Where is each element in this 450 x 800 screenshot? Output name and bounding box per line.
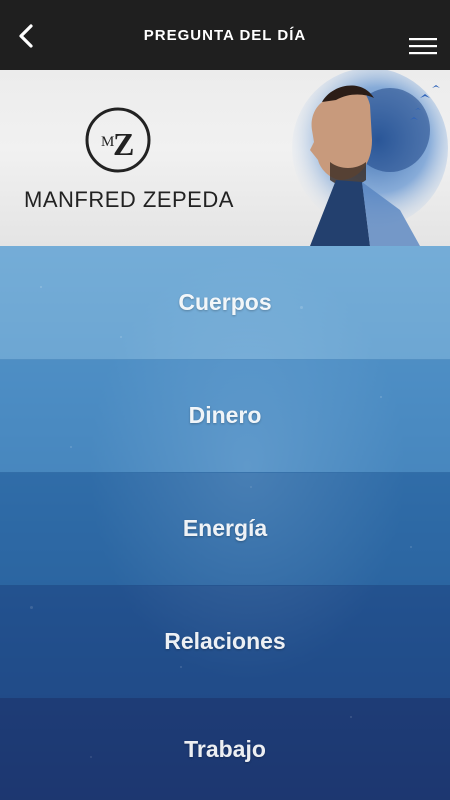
category-label: Trabajo bbox=[184, 735, 266, 762]
brand-logo: M Z bbox=[85, 107, 151, 173]
category-dinero[interactable]: Dinero bbox=[0, 359, 450, 473]
logo-letter-z: Z bbox=[113, 126, 134, 162]
category-label: Energía bbox=[182, 515, 268, 541]
page-title: PREGUNTA DEL DÍA bbox=[143, 26, 307, 44]
category-relaciones[interactable]: Relaciones bbox=[0, 585, 450, 699]
top-navbar: PREGUNTA DEL DÍA bbox=[0, 0, 450, 70]
menu-button[interactable] bbox=[404, 28, 442, 64]
category-list: Cuerpos Dinero Energía Relaciones Trabaj… bbox=[0, 246, 450, 800]
portrait-illustration bbox=[292, 70, 448, 246]
category-cuerpos[interactable]: Cuerpos bbox=[0, 246, 450, 360]
brand-name: MANFRED ZEPEDA bbox=[24, 187, 234, 212]
hamburger-menu-icon bbox=[409, 38, 437, 55]
category-trabajo[interactable]: Trabajo bbox=[0, 698, 450, 800]
category-label: Dinero bbox=[188, 402, 262, 428]
chevron-left-icon bbox=[19, 24, 33, 48]
back-button[interactable] bbox=[10, 20, 42, 52]
header-banner: M Z MANFRED ZEPEDA bbox=[0, 70, 450, 246]
app-screen: PREGUNTA DEL DÍA M Z MANFRED ZEPEDA Cuer… bbox=[0, 0, 450, 800]
category-energia[interactable]: Energía bbox=[0, 472, 450, 586]
category-label: Relaciones bbox=[164, 628, 286, 654]
category-label: Cuerpos bbox=[178, 289, 272, 315]
